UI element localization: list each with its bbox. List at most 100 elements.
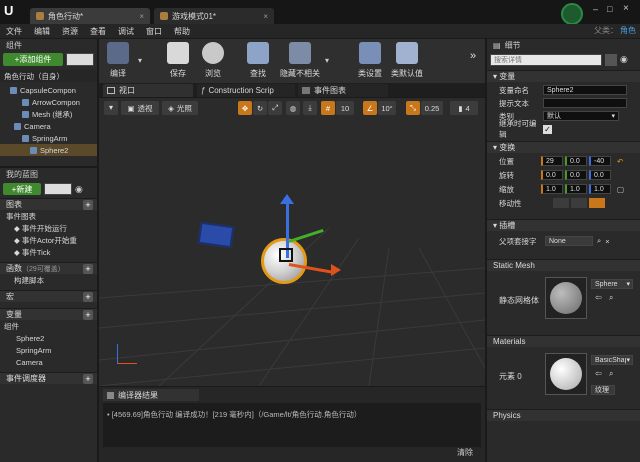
- close-window-button[interactable]: ×: [623, 3, 633, 14]
- close-icon[interactable]: ×: [263, 12, 268, 21]
- rotation-x[interactable]: 0.0: [541, 170, 563, 180]
- components-search[interactable]: [66, 53, 94, 66]
- maximize-button[interactable]: □: [607, 4, 617, 14]
- transform-section[interactable]: ▾ 变换: [487, 141, 640, 153]
- browse-button[interactable]: 浏览: [198, 40, 228, 82]
- hide-unrelated-arrow[interactable]: ▾: [325, 56, 329, 65]
- scale-tool-button[interactable]: ⤢: [268, 101, 282, 115]
- tab-game-mode[interactable]: 游戏模式01* ×: [154, 8, 274, 24]
- clear-icon[interactable]: ×: [605, 237, 609, 246]
- eye-icon[interactable]: ◉: [75, 184, 83, 195]
- clear-button[interactable]: 清除: [457, 447, 473, 458]
- scale-snap-value[interactable]: 0.25: [421, 101, 443, 115]
- grid-snap-value[interactable]: 10: [336, 101, 354, 115]
- world-local-button[interactable]: ◍: [286, 101, 300, 115]
- macros-section[interactable]: 宏 +: [0, 290, 97, 302]
- texture-dropdown[interactable]: 纹理: [591, 385, 615, 395]
- static-mesh-dropdown[interactable]: Sphere ▾: [591, 279, 633, 289]
- toolbar-overflow-icon[interactable]: »: [470, 50, 476, 62]
- class-defaults-button[interactable]: 类默认值: [389, 40, 425, 82]
- component-variable[interactable]: SpringArm: [0, 344, 97, 356]
- class-settings-button[interactable]: 类设置: [354, 40, 386, 82]
- viewport[interactable]: [99, 98, 485, 386]
- lock-icon[interactable]: ▢: [617, 185, 624, 194]
- menu-view[interactable]: 查看: [90, 26, 106, 37]
- component-variable[interactable]: Camera: [0, 356, 97, 368]
- menu-help[interactable]: 帮助: [174, 26, 190, 37]
- tooltip-input[interactable]: [543, 98, 627, 108]
- property-matrix-icon[interactable]: [605, 53, 617, 66]
- hide-unrelated-button[interactable]: 隐藏不相关: [278, 40, 322, 82]
- tab-viewport[interactable]: 视口: [103, 84, 193, 97]
- location-z[interactable]: -40: [589, 156, 611, 166]
- close-icon[interactable]: ×: [139, 12, 144, 21]
- scale-x[interactable]: 1.0: [541, 184, 563, 194]
- scale-z[interactable]: 1.0: [589, 184, 611, 194]
- mobility-stationary-button[interactable]: [571, 198, 587, 208]
- new-button[interactable]: +新建: [3, 183, 41, 195]
- event-item[interactable]: ◆ 事件Tick: [0, 246, 97, 258]
- var-name-input[interactable]: Sphere2: [543, 85, 627, 95]
- minimize-button[interactable]: –: [593, 4, 603, 14]
- perspective-button[interactable]: ▣ 透视: [121, 101, 159, 115]
- reset-icon[interactable]: ↶: [617, 157, 623, 166]
- add-dispatcher-button[interactable]: +: [83, 373, 93, 384]
- event-graph-item[interactable]: 事件图表: [0, 210, 97, 222]
- rotation-snap-value[interactable]: 10°: [378, 101, 396, 115]
- editable-checkbox[interactable]: ✓: [543, 124, 552, 134]
- menu-asset[interactable]: 资源: [62, 26, 78, 37]
- browse-asset-icon[interactable]: ⌕: [609, 293, 613, 303]
- rotate-tool-button[interactable]: ↻: [253, 101, 267, 115]
- rotation-y[interactable]: 0.0: [565, 170, 587, 180]
- static-mesh-section[interactable]: Static Mesh: [487, 259, 640, 271]
- menu-file[interactable]: 文件: [6, 26, 22, 37]
- camera-speed-button[interactable]: ▮ 4: [450, 101, 478, 115]
- scale-y[interactable]: 1.0: [565, 184, 587, 194]
- functions-section[interactable]: 函数（29可覆盖） +: [0, 262, 97, 274]
- gizmo-center[interactable]: [279, 248, 293, 262]
- add-macro-button[interactable]: +: [83, 291, 93, 302]
- dispatchers-section[interactable]: 事件调度器 +: [0, 372, 97, 384]
- use-selected-icon[interactable]: ⇦: [595, 293, 602, 302]
- socket-section[interactable]: ▾ 插槽: [487, 219, 640, 231]
- tab-event-graph[interactable]: 事件图表: [298, 84, 388, 97]
- components-category[interactable]: 组件: [0, 320, 97, 332]
- grid-snap-toggle[interactable]: #: [321, 101, 335, 115]
- compile-button[interactable]: 编译: [101, 40, 135, 82]
- browse-asset-icon[interactable]: ⌕: [609, 369, 613, 379]
- menu-edit[interactable]: 编辑: [34, 26, 50, 37]
- static-mesh-thumbnail[interactable]: [545, 277, 587, 319]
- compile-options-arrow[interactable]: ▾: [138, 56, 142, 65]
- component-tree-item[interactable]: CapsuleCompon: [0, 84, 97, 96]
- mobility-static-button[interactable]: [553, 198, 569, 208]
- add-component-button[interactable]: +添加组件: [3, 53, 63, 66]
- location-x[interactable]: 29: [541, 156, 563, 166]
- variables-section[interactable]: 变量 +: [0, 308, 97, 320]
- material-thumbnail[interactable]: [545, 353, 587, 395]
- variable-section[interactable]: ▾ 变量: [487, 70, 640, 82]
- component-tree-item[interactable]: Sphere2: [0, 144, 97, 156]
- tab-construction-script[interactable]: ƒ Construction Scrip: [197, 84, 295, 97]
- search-icon[interactable]: ⌕: [597, 236, 601, 246]
- component-variable[interactable]: Sphere2: [0, 332, 97, 344]
- translate-tool-button[interactable]: ✥: [238, 101, 252, 115]
- source-control-icon[interactable]: [561, 3, 583, 25]
- construction-script-item[interactable]: 构建脚本: [0, 274, 97, 286]
- parent-class-value[interactable]: 角色: [620, 25, 636, 36]
- component-tree-item[interactable]: Camera: [0, 120, 97, 132]
- component-root[interactable]: 角色行动（自身）: [0, 70, 97, 82]
- eye-icon[interactable]: ◉: [620, 54, 628, 65]
- use-selected-icon[interactable]: ⇦: [595, 369, 602, 378]
- component-tree-item[interactable]: SpringArm: [0, 132, 97, 144]
- menu-window[interactable]: 窗口: [146, 26, 162, 37]
- tab-character-action[interactable]: 角色行动* ×: [30, 8, 150, 24]
- find-button[interactable]: 查找: [243, 40, 273, 82]
- rotation-z[interactable]: 0.0: [589, 170, 611, 180]
- category-dropdown[interactable]: 默认 ▾: [543, 111, 619, 121]
- event-item[interactable]: ◆ 事件Actor开始重: [0, 234, 97, 246]
- add-graph-button[interactable]: +: [83, 199, 93, 210]
- my-blueprint-search[interactable]: [44, 183, 72, 195]
- graphs-section[interactable]: 图表 +: [0, 198, 97, 210]
- add-variable-button[interactable]: +: [83, 309, 93, 320]
- component-tree-item[interactable]: ArrowCompon: [0, 96, 97, 108]
